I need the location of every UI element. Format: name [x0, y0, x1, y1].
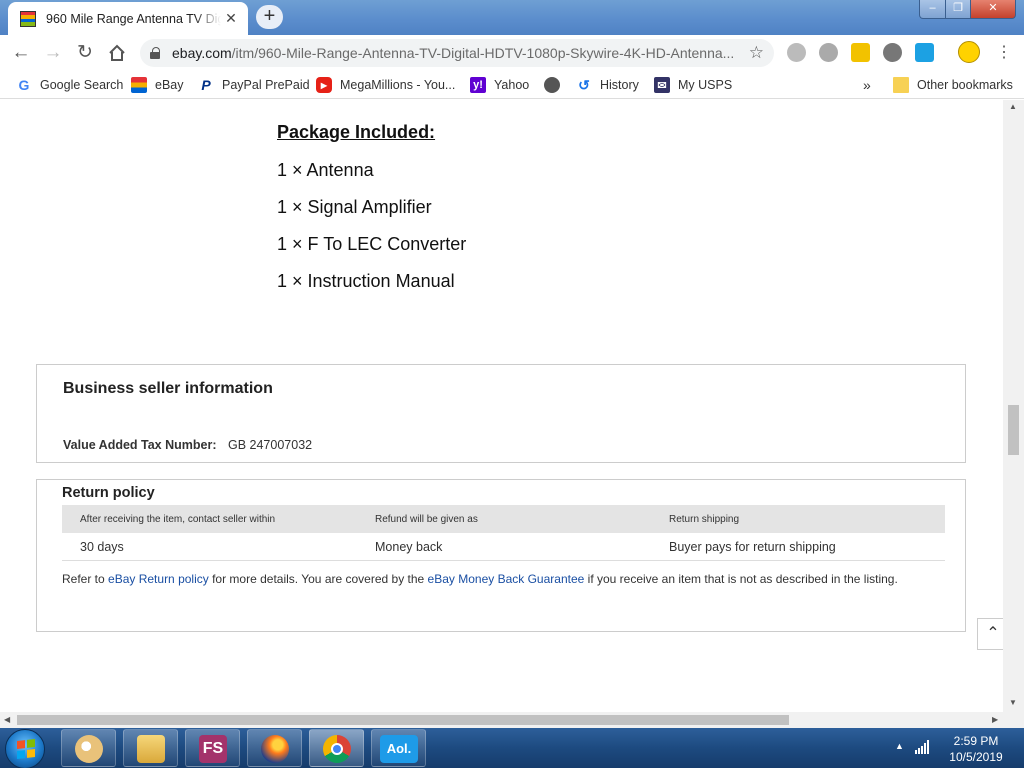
- address-bar[interactable]: ebay.com/itm/960-Mile-Range-Antenna-TV-D…: [140, 39, 774, 67]
- scrollbar-corner: [1003, 712, 1024, 728]
- package-item: 1 × F To LEC Converter: [277, 234, 467, 254]
- return-policy-section: Return policy After receiving the item, …: [36, 479, 966, 632]
- bookmark-paypal-prepaid[interactable]: P PayPal PrePaid: [198, 76, 309, 94]
- paypal-icon: P: [201, 77, 211, 93]
- bookmark-yahoo[interactable]: y! Yahoo: [470, 76, 529, 94]
- bookmark-history[interactable]: ↺ History: [576, 76, 639, 94]
- return-table-header: After receiving the item, contact seller…: [62, 505, 945, 533]
- scroll-left-arrow-icon[interactable]: ◀: [4, 715, 10, 724]
- return-policy-title: Return policy: [62, 485, 155, 501]
- bookmark-megamillions[interactable]: ▶ MegaMillions - You...: [316, 76, 455, 94]
- taskbar-file-explorer[interactable]: [123, 729, 178, 767]
- scroll-right-arrow-icon[interactable]: ▶: [992, 715, 998, 724]
- taskbar-aol[interactable]: Aol.: [371, 729, 426, 767]
- package-item: 1 × Instruction Manual: [277, 271, 455, 291]
- bookmark-my-usps[interactable]: ✉ My USPS: [654, 76, 732, 94]
- ebay-icon: [131, 77, 147, 93]
- back-to-top-button[interactable]: ⌃: [977, 618, 1003, 650]
- browser-tab[interactable]: 960 Mile Range Antenna TV Digital HDTV 1…: [8, 2, 248, 35]
- ebay-return-policy-link[interactable]: eBay Return policy: [108, 572, 209, 586]
- bookmark-google-search[interactable]: G Google Search: [16, 76, 124, 94]
- return-header-contact: After receiving the item, contact seller…: [80, 514, 276, 525]
- paint-palette-icon: [75, 735, 103, 763]
- google-icon: G: [18, 77, 30, 93]
- windows-taskbar: FS Aol. ▲ 2:59 PM 10/5/2019: [0, 728, 1024, 768]
- tab-close-icon[interactable]: ✕: [222, 10, 240, 27]
- bookmarks-overflow-chevron-icon[interactable]: »: [863, 76, 871, 94]
- chrome-icon: [323, 735, 351, 763]
- bookmark-globe[interactable]: [544, 76, 568, 94]
- extension-search-2-icon[interactable]: [819, 43, 838, 62]
- vat-label: Value Added Tax Number:: [63, 438, 217, 452]
- bookmark-ebay[interactable]: eBay: [131, 76, 184, 94]
- vertical-scroll-thumb[interactable]: [1008, 405, 1019, 455]
- taskbar-clock[interactable]: 2:59 PM 10/5/2019: [945, 733, 1007, 765]
- history-icon: ↺: [578, 76, 590, 93]
- clock-time: 2:59 PM: [953, 734, 999, 748]
- other-bookmarks[interactable]: Other bookmarks: [893, 76, 1013, 94]
- network-signal-icon[interactable]: [915, 740, 931, 754]
- return-table-row: 30 days Money back Buyer pays for return…: [62, 533, 945, 561]
- horizontal-scrollbar[interactable]: ◀ ▶: [0, 712, 1003, 728]
- firefox-icon: [261, 735, 289, 763]
- extension-lock-icon[interactable]: [851, 43, 870, 62]
- smiley-profile-icon[interactable]: [958, 41, 980, 63]
- back-arrow-icon[interactable]: ←: [9, 41, 33, 65]
- reload-icon[interactable]: ↻: [73, 41, 97, 65]
- taskbar-paint[interactable]: [61, 729, 116, 767]
- forward-arrow-icon[interactable]: →: [41, 41, 65, 65]
- taskbar-chrome[interactable]: [309, 729, 364, 767]
- folder-icon: [137, 735, 165, 763]
- new-tab-button[interactable]: +: [256, 5, 283, 29]
- return-policy-note: Refer to eBay Return policy for more det…: [62, 572, 898, 586]
- fs-app-icon: FS: [199, 735, 227, 763]
- clock-date: 10/5/2019: [949, 750, 1003, 764]
- home-icon[interactable]: [105, 41, 129, 65]
- bookmarks-bar: G Google Search eBay P PayPal PrePaid ▶ Meg…: [0, 71, 1024, 99]
- tab-title: 960 Mile Range Antenna TV Digital HDTV 1…: [46, 11, 221, 26]
- page-content: Package Included: 1 × Antenna 1 × Signal…: [0, 100, 1003, 712]
- taskbar-firefox[interactable]: [247, 729, 302, 767]
- scroll-down-arrow-icon[interactable]: ▼: [1009, 698, 1017, 707]
- return-shipping-value: Buyer pays for return shipping: [669, 540, 836, 554]
- folder-icon: [893, 77, 909, 93]
- lock-icon: [150, 47, 160, 59]
- package-item: 1 × Signal Amplifier: [277, 197, 432, 217]
- minimize-button[interactable]: ‒: [919, 0, 946, 19]
- horizontal-scroll-thumb[interactable]: [17, 715, 789, 725]
- tab-strip: 960 Mile Range Antenna TV Digital HDTV 1…: [0, 0, 1024, 35]
- extension-search-icon[interactable]: [787, 43, 806, 62]
- extension-circle-icon[interactable]: [883, 43, 902, 62]
- vertical-scrollbar[interactable]: ▲ ▼: [1003, 100, 1024, 712]
- return-days-value: 30 days: [80, 540, 124, 554]
- seller-section-title: Business seller information: [63, 380, 273, 397]
- bookmark-star-icon[interactable]: ☆: [749, 43, 764, 63]
- taskbar-fs[interactable]: FS: [185, 729, 240, 767]
- money-back-guarantee-link[interactable]: eBay Money Back Guarantee: [428, 572, 585, 586]
- window-close-button[interactable]: ✕: [970, 0, 1016, 19]
- tv-favicon-icon: [20, 10, 36, 27]
- extension-cast-icon[interactable]: [915, 43, 934, 62]
- globe-icon: [544, 77, 560, 93]
- windows-logo-icon: [17, 739, 35, 759]
- maximize-button[interactable]: ❐: [945, 0, 971, 19]
- package-item: 1 × Antenna: [277, 160, 374, 180]
- business-seller-section: Business seller information Value Added …: [36, 364, 966, 463]
- yahoo-icon: y!: [470, 77, 486, 93]
- browser-toolbar: ← → ↻ ebay.com/itm/960-Mile-Range-Antenn…: [0, 35, 1024, 71]
- usps-icon: ✉: [654, 77, 670, 93]
- package-heading: Package Included:: [277, 122, 436, 142]
- refund-type-value: Money back: [375, 540, 443, 554]
- url-text: ebay.com/itm/960-Mile-Range-Antenna-TV-D…: [172, 45, 735, 61]
- youtube-icon: ▶: [316, 77, 332, 93]
- menu-dots-icon[interactable]: ⋮: [992, 41, 1016, 65]
- scroll-up-arrow-icon[interactable]: ▲: [1009, 102, 1017, 111]
- show-hidden-icons-arrow-icon[interactable]: ▲: [895, 741, 904, 751]
- start-button[interactable]: [5, 729, 45, 768]
- screen: 960 Mile Range Antenna TV Digital HDTV 1…: [0, 0, 1024, 768]
- aol-icon: Aol.: [380, 735, 418, 763]
- return-header-refund: Refund will be given as: [375, 514, 478, 525]
- return-header-shipping: Return shipping: [669, 514, 740, 525]
- vat-value: GB 247007032: [228, 438, 313, 452]
